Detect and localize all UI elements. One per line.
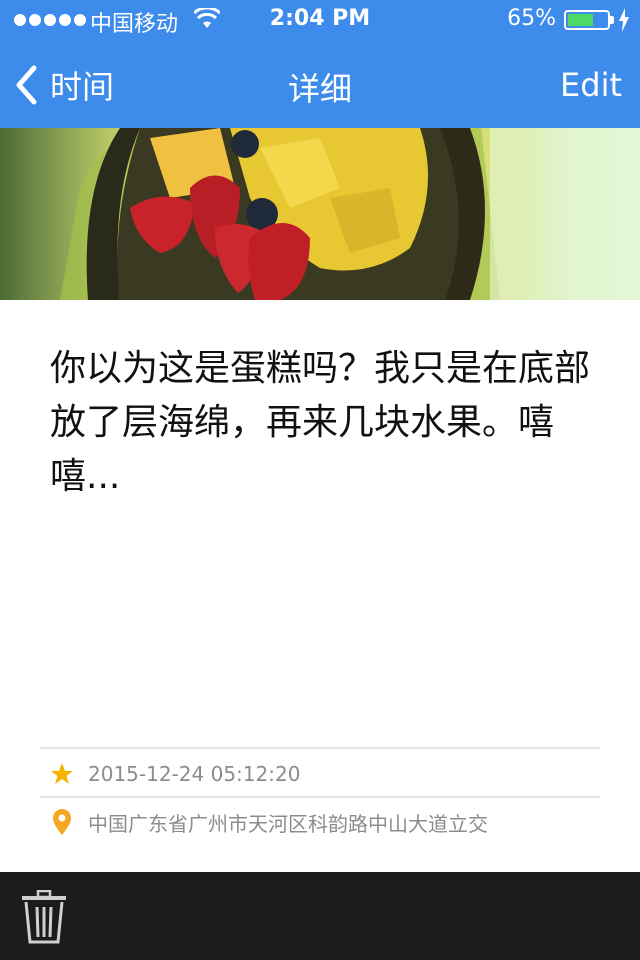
- cake-photo-drawing: [60, 128, 640, 300]
- star-icon: [51, 763, 73, 784]
- battery-cap: [610, 16, 614, 24]
- back-button[interactable]: 时间: [14, 64, 114, 106]
- status-bar: 中国移动 2:04 PM 65%: [0, 0, 640, 40]
- battery-percent: 65%: [507, 6, 556, 31]
- navigation-bar: 时间 详细 Edit: [0, 40, 640, 128]
- timestamp-row: 2015-12-24 05:12:20: [50, 750, 300, 798]
- battery-fill: [568, 14, 593, 26]
- back-label: 时间: [50, 68, 115, 106]
- edit-button[interactable]: Edit: [560, 66, 622, 104]
- location-pin-icon: [53, 809, 71, 835]
- bottom-toolbar: [0, 872, 640, 960]
- cake-photo[interactable]: [0, 128, 640, 300]
- location-row: 中国广东省广州市天河区科韵路中山大道立交: [50, 798, 488, 846]
- header: 中国移动 2:04 PM 65% 时间 详细 Edit: [0, 0, 640, 128]
- battery-icon: [564, 10, 610, 30]
- charging-bolt-icon: [619, 8, 629, 32]
- note-text: 你以为这是蛋糕吗？我只是在底部放了层海绵，再来几块水果。嘻嘻...: [50, 348, 591, 497]
- chevron-left-icon: [16, 65, 37, 105]
- timestamp-text: 2015-12-24 05:12:20: [88, 762, 301, 786]
- trash-icon[interactable]: [20, 890, 68, 944]
- location-text: 中国广东省广州市天河区科韵路中山大道立交: [88, 811, 488, 836]
- divider-top: [40, 747, 600, 749]
